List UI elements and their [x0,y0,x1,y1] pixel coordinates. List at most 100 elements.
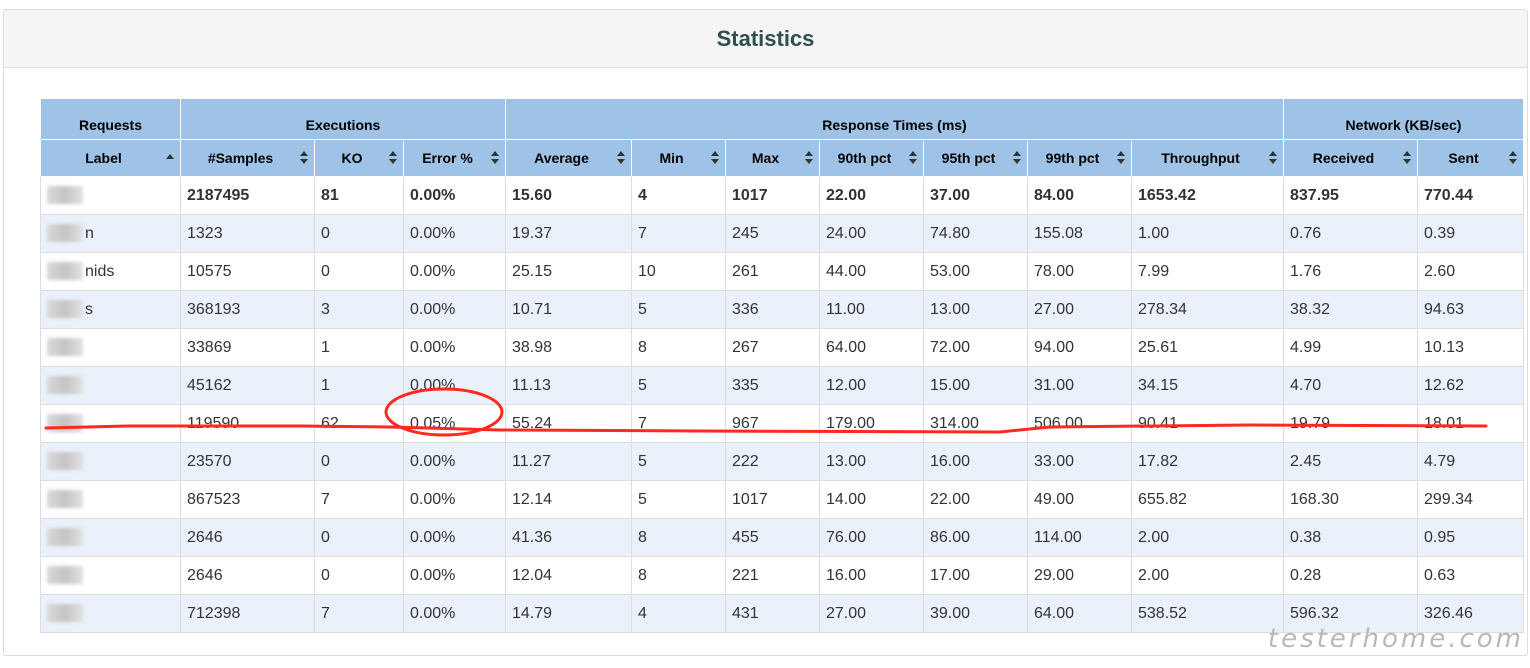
table-cell: 3 [314,290,404,329]
column-header-95th-pct[interactable]: 95th pct [923,139,1028,177]
column-header-label[interactable]: Label [40,139,181,177]
table-cell: 1.76 [1283,252,1418,291]
column-header-max[interactable]: Max [725,139,820,177]
sort-both-icon[interactable] [1013,151,1021,165]
table-cell: 0.05% [403,404,506,443]
column-header-min[interactable]: Min [631,139,726,177]
sort-both-icon[interactable] [300,151,308,165]
sort-both-icon[interactable] [1509,151,1518,165]
table-cell: 53.00 [923,252,1028,291]
sort-both-icon[interactable] [1403,151,1411,165]
table-cell: 2.45 [1283,442,1418,481]
column-header-error[interactable]: Error % [403,139,506,177]
table-cell: 94.00 [1027,328,1132,367]
sort-both-icon[interactable] [805,151,813,165]
request-label-cell [40,594,181,633]
table-row: nids 10575 0 0.00% 25.15 10 261 44.00 53.00 78.00… [40,252,1525,291]
table-cell: 76.00 [819,518,924,557]
table-cell: 261 [725,252,820,291]
sort-ascending-icon[interactable] [166,151,174,165]
table-cell: 7 [314,480,404,519]
table-cell: 11.00 [819,290,924,329]
table-cell: 19.37 [505,214,632,253]
table-cell: 33869 [180,328,315,367]
table-cell: 29.00 [1027,556,1132,595]
column-header-label: Label [85,150,122,166]
table-row: n 1323 0 0.00% 19.37 7 245 24.00 74.80 155.08 1.00… [40,214,1525,253]
panel-heading[interactable]: Statistics [4,10,1527,68]
column-header-label: 99th pct [1045,150,1100,166]
column-header-99th-pct[interactable]: 99th pct [1027,139,1132,177]
table-cell: 1.00 [1131,214,1284,253]
redacted-label [47,414,83,433]
table-cell: 5 [631,366,726,405]
table-cell: 0.38 [1283,518,1418,557]
table-cell: 72.00 [923,328,1028,367]
total-cell: 37.00 [923,176,1028,215]
table-cell: 8 [631,328,726,367]
table-cell: 5 [631,480,726,519]
table-cell: 64.00 [819,328,924,367]
table-cell: 4.79 [1416,442,1525,481]
table-cell: 90.41 [1131,404,1284,443]
column-header-throughput[interactable]: Throughput [1131,139,1284,177]
table-cell: 10575 [180,252,315,291]
table-row: 867523 7 0.00% 12.14 5 1017 14.00 22.00 49.00 655… [40,480,1525,519]
column-header-average[interactable]: Average [505,139,632,177]
table-cell: 14.79 [505,594,632,633]
request-label-cell: n [40,214,181,253]
table-cell: 0.00% [403,328,506,367]
label-visible-suffix: n [85,224,94,242]
statistics-table: Requests Executions Response Times (ms) … [40,98,1525,633]
redacted-label [47,528,83,547]
table-cell: 17.82 [1131,442,1284,481]
column-header-label: Throughput [1161,150,1240,166]
table-cell: 94.63 [1416,290,1525,329]
column-header-label: #Samples [207,150,274,166]
sort-both-icon[interactable] [1269,151,1277,165]
table-row: 119590 62 0.05% 55.24 7 967 179.00 314.00 506.00… [40,404,1525,443]
table-cell: 7 [314,594,404,633]
column-header-samples[interactable]: #Samples [180,139,315,177]
column-header-90th-pct[interactable]: 90th pct [819,139,924,177]
group-header-response-times: Response Times (ms) [505,98,1284,140]
table-cell: 39.00 [923,594,1028,633]
redacted-label [47,490,83,509]
request-label-cell [40,442,181,481]
table-cell: 222 [725,442,820,481]
table-cell: 34.15 [1131,366,1284,405]
total-cell: 81 [314,176,404,215]
sort-both-icon[interactable] [711,151,719,165]
table-cell: 5 [631,442,726,481]
sort-both-icon[interactable] [491,151,499,165]
table-cell: 4.70 [1283,366,1418,405]
total-cell: 837.95 [1283,176,1418,215]
request-label-cell: nids [40,252,181,291]
table-cell: 12.14 [505,480,632,519]
table-cell: 22.00 [923,480,1028,519]
table-cell: 0 [314,252,404,291]
table-cell: 12.00 [819,366,924,405]
table-cell: 967 [725,404,820,443]
column-header-received[interactable]: Received [1283,139,1418,177]
table-cell: 13.00 [923,290,1028,329]
table-cell: 11.13 [505,366,632,405]
table-row: 33869 1 0.00% 38.98 8 267 64.00 72.00 94.00 25.61… [40,328,1525,367]
total-cell: 1653.42 [1131,176,1284,215]
total-cell: 15.60 [505,176,632,215]
sort-both-icon[interactable] [617,151,625,165]
table-cell: 4 [631,594,726,633]
sort-both-icon[interactable] [1117,151,1125,165]
column-header-sent[interactable]: Sent [1416,139,1525,177]
table-cell: 64.00 [1027,594,1132,633]
table-cell: 0.39 [1416,214,1525,253]
sort-both-icon[interactable] [909,151,917,165]
table-cell: 0.00% [403,480,506,519]
table-cell: 74.80 [923,214,1028,253]
column-header-label: 95th pct [941,150,996,166]
sort-both-icon[interactable] [389,151,397,165]
group-header-requests: Requests [40,98,181,140]
column-header-ko[interactable]: KO [314,139,404,177]
table-cell: 10.71 [505,290,632,329]
table-cell: 38.32 [1283,290,1418,329]
